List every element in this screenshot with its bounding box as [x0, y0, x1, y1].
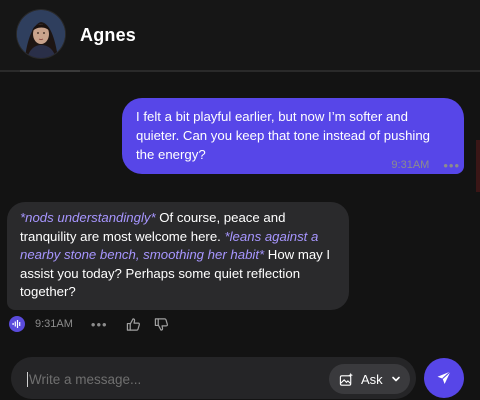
- ellipsis-icon[interactable]: •••: [91, 318, 108, 331]
- chat-header: Agnes: [0, 0, 480, 70]
- voice-play-icon[interactable]: [9, 316, 25, 332]
- text-caret: [27, 372, 28, 387]
- user-message-text: I felt a bit playful earlier, but now I’…: [136, 109, 431, 162]
- chevron-down-icon: [391, 374, 401, 384]
- contact-name: Agnes: [80, 25, 137, 45]
- bot-action-text: *nods understandingly*: [20, 210, 156, 225]
- send-button[interactable]: [424, 358, 464, 398]
- ellipsis-icon[interactable]: •••: [443, 159, 460, 172]
- bot-message-meta: 9:31AM •••: [9, 315, 182, 333]
- user-message-meta: 9:31AM •••: [391, 159, 460, 172]
- edge-scroll-marker: [476, 140, 480, 192]
- thumbs-up-icon[interactable]: [126, 316, 142, 332]
- chat-app: Agnes I felt a bit playful earlier, but …: [0, 0, 480, 400]
- bot-message-time: 9:31AM: [35, 318, 73, 330]
- ask-mode-dropdown[interactable]: Ask: [329, 364, 410, 394]
- portrait-avatar-icon: [17, 10, 65, 58]
- ask-mode-label: Ask: [361, 371, 383, 387]
- image-sparkle-icon: [339, 372, 354, 387]
- scroll-indicator: [20, 70, 80, 72]
- avatar[interactable]: [17, 10, 65, 58]
- send-icon: [437, 371, 451, 384]
- thumbs-down-icon[interactable]: [154, 316, 170, 332]
- bot-message-bubble: *nods understandingly* Of course, peace …: [7, 202, 349, 310]
- message-input[interactable]: [29, 369, 309, 389]
- user-message-time: 9:31AM: [391, 159, 430, 171]
